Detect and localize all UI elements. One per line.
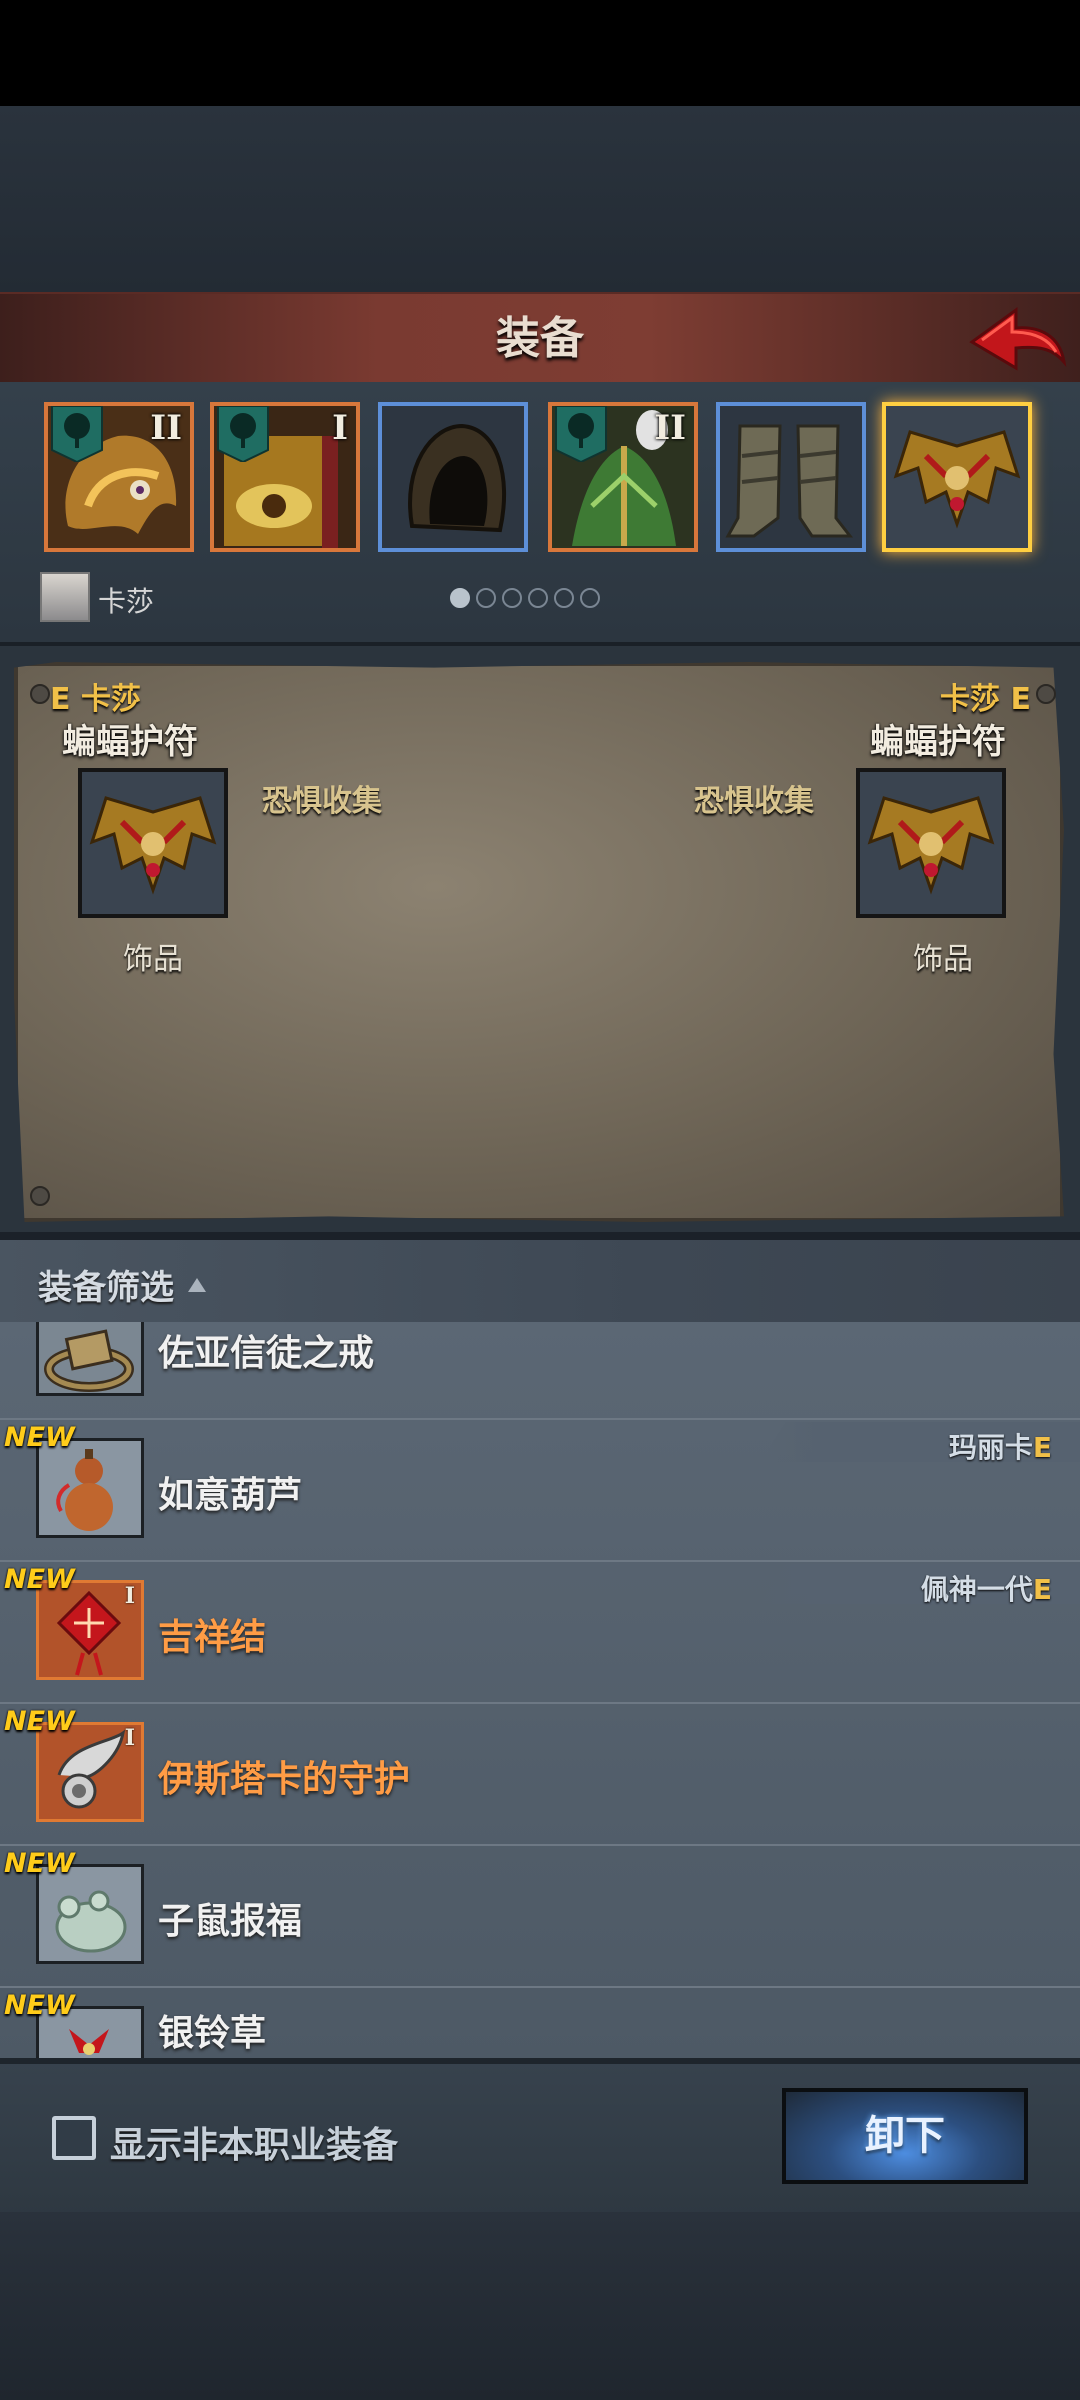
top-backdrop xyxy=(0,106,1080,292)
rivet xyxy=(30,684,50,704)
page-dot[interactable] xyxy=(554,588,574,608)
avatar xyxy=(40,572,90,622)
tier-badge: II xyxy=(654,408,686,448)
page-dot[interactable] xyxy=(450,588,470,608)
new-badge: NEW xyxy=(4,1706,75,1737)
filter-label: 装备筛选 xyxy=(38,1268,174,1308)
left-item-type: 饰品 xyxy=(123,942,183,977)
slot-hood[interactable] xyxy=(378,402,528,552)
item-owner: 佩神一代E xyxy=(920,1573,1052,1606)
page-dot[interactable] xyxy=(502,588,522,608)
item-icon xyxy=(36,1322,144,1396)
bat-amulet-icon xyxy=(82,772,224,914)
bat-amulet-icon xyxy=(860,772,1002,914)
item-icon xyxy=(36,1438,144,1538)
left-item-name: 蝙蝠护符 xyxy=(62,722,198,762)
new-badge: NEW xyxy=(4,1990,75,2021)
back-arrow-icon xyxy=(969,307,1067,371)
page-title: 装备 xyxy=(496,313,584,364)
right-item-icon xyxy=(856,768,1006,918)
right-owner: 卡莎 E xyxy=(940,682,1031,717)
slot-shield[interactable]: I xyxy=(210,402,360,552)
unequip-label: 卸下 xyxy=(865,2113,945,2159)
list-item[interactable]: 佐亚信徒之戒 xyxy=(0,1322,1080,1420)
caret-up-icon xyxy=(188,1278,206,1292)
slot-accessory[interactable] xyxy=(882,402,1032,552)
right-item-name: 蝙蝠护符 xyxy=(870,722,1006,762)
checkbox-label: 显示非本职业装备 xyxy=(110,2125,399,2166)
new-badge: NEW xyxy=(4,1848,75,1879)
list-item[interactable]: NEW 子鼠报福 xyxy=(0,1844,1080,1988)
bat-amulet-icon xyxy=(886,406,1028,548)
gourd-icon xyxy=(39,1441,141,1535)
tier-badge: II xyxy=(150,408,182,448)
header-bar: 装备 xyxy=(0,292,1080,387)
character-name: 卡莎 xyxy=(98,585,155,618)
rivet xyxy=(1036,684,1056,704)
item-name: 子鼠报福 xyxy=(158,1901,303,1942)
item-icon: I xyxy=(36,1580,144,1680)
tier-badge: I xyxy=(124,1725,135,1751)
bottom-backdrop xyxy=(0,2212,1080,2400)
item-icon: I xyxy=(36,1722,144,1822)
unequip-button[interactable]: 卸下 xyxy=(782,2088,1028,2184)
tier-badge: I xyxy=(124,1583,135,1609)
item-name: 如意葫芦 xyxy=(158,1475,303,1516)
tier-badge: I xyxy=(332,408,348,448)
set-tree-badge-icon xyxy=(217,406,269,462)
right-item-type: 饰品 xyxy=(913,942,973,977)
list-item[interactable]: I NEW 伊斯塔卡的守护 xyxy=(0,1702,1080,1846)
list-item[interactable]: NEW 银铃草 xyxy=(0,1986,1080,2060)
item-owner: 玛丽卡E xyxy=(948,1431,1052,1464)
item-name: 伊斯塔卡的守护 xyxy=(158,1759,411,1800)
rivet xyxy=(30,1186,50,1206)
set-tree-badge-icon xyxy=(51,406,103,462)
item-name: 佐亚信徒之戒 xyxy=(158,1333,375,1374)
equipped-slots-panel: II I II 卡莎 xyxy=(0,382,1080,646)
new-badge: NEW xyxy=(4,1422,75,1453)
jade-rat-icon xyxy=(39,1867,141,1961)
page-dot[interactable] xyxy=(580,588,600,608)
equipment-list[interactable]: 佐亚信徒之戒 玛丽卡E NEW 如意葫芦 佩神一代E I NEW 吉祥结 I N… xyxy=(0,1322,1080,2060)
right-set-name: 恐惧收集 xyxy=(694,784,814,819)
page-dot[interactable] xyxy=(476,588,496,608)
show-other-class-checkbox[interactable] xyxy=(52,2116,96,2160)
new-badge: NEW xyxy=(4,1564,75,1595)
left-set-name: 恐惧收集 xyxy=(262,784,382,819)
page-indicator xyxy=(450,588,606,612)
item-icon xyxy=(36,1864,144,1964)
left-owner: E 卡莎 xyxy=(50,682,141,717)
dark-hood-icon xyxy=(382,406,524,548)
back-button[interactable] xyxy=(968,302,1068,382)
ring-icon xyxy=(39,1322,141,1393)
slot-boots[interactable] xyxy=(716,402,866,552)
left-item-icon xyxy=(78,768,228,918)
page-dot[interactable] xyxy=(528,588,548,608)
set-tree-badge-icon xyxy=(555,406,607,462)
item-name: 银铃草 xyxy=(158,2013,267,2054)
list-item[interactable]: 佩神一代E I NEW 吉祥结 xyxy=(0,1560,1080,1704)
equipment-filter-toggle[interactable]: 装备筛选 xyxy=(0,1240,1080,1322)
slot-armor[interactable]: II xyxy=(548,402,698,552)
list-item[interactable]: 玛丽卡E NEW 如意葫芦 xyxy=(0,1418,1080,1562)
slot-helm[interactable]: II xyxy=(44,402,194,552)
item-name: 吉祥结 xyxy=(158,1617,267,1658)
wrapped-boots-icon xyxy=(720,406,862,548)
status-bar xyxy=(0,0,1080,106)
